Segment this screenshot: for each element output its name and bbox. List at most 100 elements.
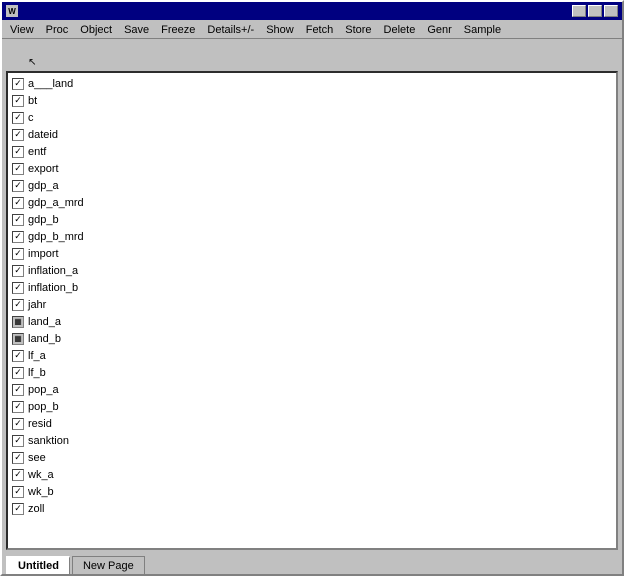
list-item[interactable]: gdp_a <box>8 177 616 194</box>
list-item[interactable]: export <box>8 160 616 177</box>
minimize-button[interactable] <box>572 5 586 17</box>
close-button[interactable] <box>604 5 618 17</box>
variable-checkbox[interactable] <box>12 248 24 260</box>
variable-name: dateid <box>28 129 58 141</box>
list-item[interactable]: a___land <box>8 75 616 92</box>
variable-checkbox[interactable] <box>12 129 24 141</box>
variable-checkbox[interactable] <box>12 163 24 175</box>
variable-list-container[interactable]: a___landbt c dateid entf export gdp_a gdp_a_mr… <box>6 71 618 550</box>
variable-list: a___landbt c dateid entf export gdp_a gdp_a_mr… <box>8 73 616 519</box>
list-item[interactable]: inflation_a <box>8 262 616 279</box>
title-bar-controls <box>572 5 618 17</box>
menu-object[interactable]: Object <box>74 22 118 38</box>
title-bar-left: W <box>6 5 22 17</box>
tab-untitled[interactable]: Untitled <box>6 556 70 574</box>
list-item[interactable]: wk_b <box>8 483 616 500</box>
variable-name: gdp_b <box>28 214 59 226</box>
variable-checkbox[interactable] <box>12 180 24 192</box>
menu-delete[interactable]: Delete <box>378 22 422 38</box>
app-icon: W <box>6 5 18 17</box>
variable-checkbox[interactable] <box>12 197 24 209</box>
variable-name: land_a <box>28 316 61 328</box>
title-bar: W <box>2 2 622 20</box>
menu-fetch[interactable]: Fetch <box>300 22 340 38</box>
variable-checkbox[interactable] <box>12 384 24 396</box>
variable-name: wk_a <box>28 469 54 481</box>
variable-checkbox[interactable] <box>12 435 24 447</box>
menu-proc[interactable]: Proc <box>40 22 75 38</box>
list-item[interactable]: resid <box>8 415 616 432</box>
list-item[interactable]: import <box>8 245 616 262</box>
variable-checkbox[interactable] <box>12 231 24 243</box>
menu-save[interactable]: Save <box>118 22 155 38</box>
variable-checkbox[interactable] <box>12 214 24 226</box>
variable-checkbox[interactable] <box>12 299 24 311</box>
variable-checkbox[interactable] <box>12 78 24 90</box>
variable-name: pop_b <box>28 401 59 413</box>
variable-checkbox[interactable] <box>12 418 24 430</box>
variable-name: export <box>28 163 59 175</box>
variable-name: bt <box>28 95 37 107</box>
list-item[interactable]: inflation_b <box>8 279 616 296</box>
menu-freeze[interactable]: Freeze <box>155 22 201 38</box>
list-item[interactable]: lf_b <box>8 364 616 381</box>
variable-checkbox[interactable] <box>12 503 24 515</box>
variable-checkbox[interactable] <box>12 95 24 107</box>
variable-checkbox[interactable] <box>12 350 24 362</box>
variable-name: gdp_a <box>28 180 59 192</box>
variable-name: c <box>28 112 34 124</box>
menu-store[interactable]: Store <box>339 22 377 38</box>
variable-checkbox[interactable] <box>12 401 24 413</box>
sample-bar-left: ↖ <box>6 56 48 68</box>
variable-checkbox[interactable] <box>12 367 24 379</box>
cursor-icon: ↖ <box>28 57 36 68</box>
variable-name: a___land <box>28 78 73 90</box>
variable-checkbox[interactable] <box>12 469 24 481</box>
maximize-button[interactable] <box>588 5 602 17</box>
list-item[interactable]: sanktion <box>8 432 616 449</box>
list-item[interactable]: jahr <box>8 296 616 313</box>
variable-name: gdp_a_mrd <box>28 197 84 209</box>
list-item[interactable]: see <box>8 449 616 466</box>
variable-checkbox[interactable] <box>12 282 24 294</box>
variable-checkbox[interactable] <box>12 146 24 158</box>
tab-bar: Untitled New Page <box>2 552 622 574</box>
menu-view[interactable]: View <box>4 22 40 38</box>
variable-checkbox[interactable] <box>12 265 24 277</box>
variable-name: jahr <box>28 299 46 311</box>
variable-name: lf_b <box>28 367 46 379</box>
list-item[interactable]: gdp_a_mrd <box>8 194 616 211</box>
list-item[interactable]: gdp_b_mrd <box>8 228 616 245</box>
range-info <box>6 41 9 53</box>
list-item[interactable]: ▦ land_a <box>8 313 616 330</box>
list-item[interactable]: pop_a <box>8 381 616 398</box>
variable-name: inflation_b <box>28 282 78 294</box>
variable-checkbox[interactable]: ▦ <box>12 316 24 328</box>
tab-new-page[interactable]: New Page <box>72 556 145 574</box>
menu-details[interactable]: Details+/- <box>201 22 260 38</box>
list-item[interactable]: pop_b <box>8 398 616 415</box>
variable-checkbox[interactable]: ▦ <box>12 333 24 345</box>
variable-name: gdp_b_mrd <box>28 231 84 243</box>
list-item[interactable]: lf_a <box>8 347 616 364</box>
info-bar <box>2 39 622 55</box>
variable-name: pop_a <box>28 384 59 396</box>
list-item[interactable]: wk_a <box>8 466 616 483</box>
menu-show[interactable]: Show <box>260 22 300 38</box>
list-item[interactable]: bt <box>8 92 616 109</box>
list-item[interactable]: dateid <box>8 126 616 143</box>
list-item[interactable]: c <box>8 109 616 126</box>
list-item[interactable]: zoll <box>8 500 616 517</box>
list-item[interactable]: gdp_b <box>8 211 616 228</box>
variable-checkbox[interactable] <box>12 452 24 464</box>
menu-sample[interactable]: Sample <box>458 22 507 38</box>
main-window: W View Proc Object Save Freeze Details+/… <box>0 0 624 576</box>
list-item[interactable]: ▦land_b <box>8 330 616 347</box>
variable-name: wk_b <box>28 486 54 498</box>
list-item[interactable]: entf <box>8 143 616 160</box>
variable-checkbox[interactable] <box>12 112 24 124</box>
menu-genr[interactable]: Genr <box>421 22 457 38</box>
variable-name: import <box>28 248 59 260</box>
variable-checkbox[interactable] <box>12 486 24 498</box>
sample-bar: ↖ <box>2 55 622 69</box>
